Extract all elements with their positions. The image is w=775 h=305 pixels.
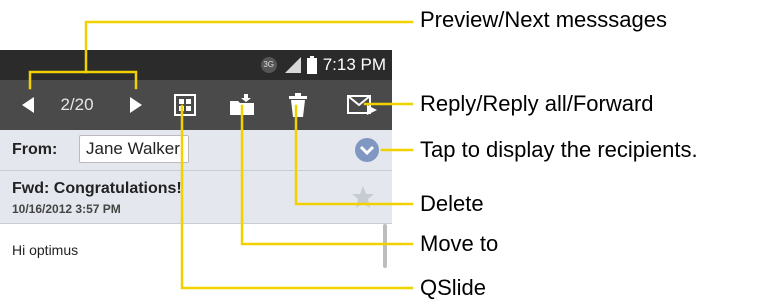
callout-move-to: Move to	[420, 231, 499, 256]
callout-reply: Reply/Reply all/Forward	[420, 91, 654, 116]
callout-preview-next: Preview/Next messsages	[420, 7, 667, 32]
callout-qslide: QSlide	[420, 275, 487, 300]
callout-delete: Delete	[420, 191, 484, 216]
callout-recipients: Tap to display the recipients.	[420, 137, 698, 162]
